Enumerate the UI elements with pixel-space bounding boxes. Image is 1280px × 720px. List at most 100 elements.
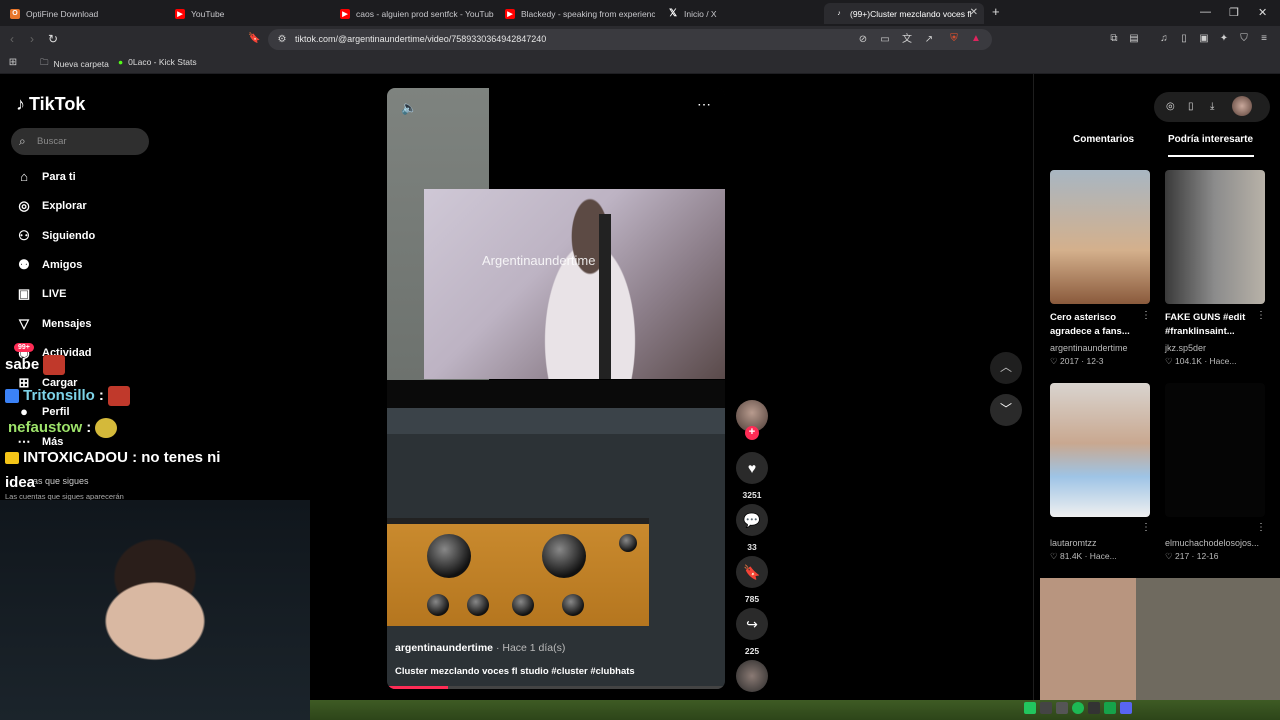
nav-para-ti[interactable]: ⌂ Para ti xyxy=(16,169,76,184)
video-author[interactable]: jkz.sp5der xyxy=(1165,343,1206,353)
spotify-icon[interactable] xyxy=(1072,702,1084,714)
brave-shield-icon[interactable]: ⛨ xyxy=(948,33,960,45)
like-action[interactable]: ♥ 3251 xyxy=(736,452,768,500)
share-action[interactable]: ↪ 225 xyxy=(736,608,768,656)
menu-icon[interactable]: ≡ xyxy=(1258,33,1270,45)
knob xyxy=(542,534,586,578)
video-author[interactable]: elmuchachodelosojos... xyxy=(1165,538,1259,548)
translate-icon[interactable]: 文 xyxy=(901,34,913,46)
video-author[interactable]: lautaromtzz xyxy=(1050,538,1097,548)
minimize-icon[interactable]: — xyxy=(1200,6,1211,18)
tab-blackedy[interactable]: ▶ Blackedy - speaking from experience xyxy=(495,3,655,24)
next-video-button[interactable]: ﹀ xyxy=(990,394,1022,426)
chat-user: Tritonsillo xyxy=(23,386,95,404)
restore-icon[interactable]: ❐ xyxy=(1229,6,1239,19)
leo-icon[interactable]: ✦ xyxy=(1218,33,1230,45)
tab-caos[interactable]: ▶ caos - alguien prod sentfck - YouTub xyxy=(330,3,495,24)
url-field[interactable]: ⚙ tiktok.com/@argentinaundertime/video/7… xyxy=(268,29,992,50)
more-icon[interactable]: ⋮ xyxy=(1256,310,1266,321)
heart-icon[interactable]: ♥ xyxy=(736,452,768,484)
nav-explorar[interactable]: ◎ Explorar xyxy=(16,198,86,214)
more-icon[interactable]: ⋮ xyxy=(1141,522,1151,533)
follow-plus-icon[interactable]: + xyxy=(745,426,759,440)
knob xyxy=(467,594,489,616)
video-thumbnail[interactable] xyxy=(1050,383,1150,517)
video-player[interactable]: Argentinaundertime 🔈 ⋯ argentinaundertim… xyxy=(387,88,725,689)
video-thumbnail[interactable] xyxy=(1165,170,1265,304)
rewards-icon[interactable]: ▲ xyxy=(970,33,982,45)
apps-grid-icon[interactable]: ⊞ xyxy=(7,57,19,69)
site-info-icon[interactable]: ⚙ xyxy=(276,34,288,46)
mic-icon[interactable] xyxy=(1088,702,1100,714)
comment-action[interactable]: 💬 33 xyxy=(736,504,768,552)
nav-siguiendo[interactable]: ⚇ Siguiendo xyxy=(16,228,95,244)
bookmark-kick-stats[interactable]: ● 0Laco - Kick Stats xyxy=(118,57,197,67)
music-disc-icon[interactable] xyxy=(736,660,768,692)
device-icon[interactable]: ▯ xyxy=(1188,101,1194,112)
more-icon[interactable]: ⋮ xyxy=(1256,522,1266,533)
compass-icon[interactable]: ◎ xyxy=(1166,101,1175,112)
cast-icon[interactable]: ▭ xyxy=(879,34,891,46)
nav-perfil[interactable]: ● Perfil xyxy=(16,404,69,419)
home-icon: ⌂ xyxy=(20,169,28,184)
emote-icon xyxy=(43,355,66,375)
new-tab-icon[interactable]: + xyxy=(992,4,1000,19)
tracking-icon[interactable]: ⊘ xyxy=(857,34,869,46)
tab-x[interactable]: 𝕏 Inicio / X xyxy=(658,3,823,24)
sound-disc[interactable] xyxy=(736,660,768,692)
app-icon[interactable] xyxy=(1056,702,1068,714)
wallet-icon[interactable]: ▣ xyxy=(1198,33,1210,45)
bookmark-icon[interactable]: 🔖 xyxy=(248,33,260,45)
tab-youtube[interactable]: ▶ YouTube xyxy=(165,3,330,24)
download-icon[interactable]: ⤓ xyxy=(1210,101,1214,112)
save-action[interactable]: 🔖 785 xyxy=(736,556,768,604)
video-thumbnail[interactable] xyxy=(1165,383,1265,517)
daw-toolbar xyxy=(387,408,725,434)
vpn-icon[interactable]: ⛉ xyxy=(1238,33,1250,45)
more-options-icon[interactable]: ⋯ xyxy=(697,96,712,113)
volume-icon[interactable]: 🔈 xyxy=(401,100,417,116)
save-count: 785 xyxy=(744,594,760,604)
video-author[interactable]: argentinaundertime xyxy=(1050,343,1128,353)
app-icon[interactable] xyxy=(1024,702,1036,714)
app-icon[interactable] xyxy=(1040,702,1052,714)
share-icon[interactable]: ↪ xyxy=(736,608,768,640)
close-tab-icon[interactable]: ✕ xyxy=(970,7,978,18)
more-icon[interactable]: ⋮ xyxy=(1141,310,1151,321)
extensions-icon[interactable]: ⧉ xyxy=(1108,33,1120,45)
video-thumbnail[interactable] xyxy=(1050,170,1150,304)
nav-amigos[interactable]: ⚉ Amigos xyxy=(16,257,82,273)
previous-video-button[interactable]: ︿ xyxy=(990,352,1022,384)
video-title[interactable]: FAKE GUNS #edit #franklinsaint... xyxy=(1165,311,1265,339)
tab-optifine[interactable]: O OptiFine Download xyxy=(0,3,165,24)
search-input[interactable]: ⌕ Buscar xyxy=(11,128,149,155)
sidebar-icon[interactable]: ▯ xyxy=(1178,33,1190,45)
heart-outline-icon: ♡ xyxy=(1165,356,1173,366)
tiktok-logo[interactable]: ♪ TikTok xyxy=(16,94,85,115)
share-icon[interactable]: ↗ xyxy=(923,34,935,46)
bookmark-icon[interactable]: 🔖 xyxy=(736,556,768,588)
back-icon[interactable]: ‹ xyxy=(10,32,14,46)
tiktok-icon: ♪ xyxy=(837,10,841,17)
author-name: argentinaundertime xyxy=(395,642,494,654)
app-icon[interactable] xyxy=(1104,702,1116,714)
tab-podria-interesarte[interactable]: Podría interesarte xyxy=(1168,134,1253,145)
forward-icon[interactable]: › xyxy=(30,32,34,46)
user-avatar[interactable] xyxy=(1232,96,1252,116)
chat-message: nefaustow: xyxy=(8,418,118,438)
reload-icon[interactable]: ↻ xyxy=(48,32,58,46)
nav-mensajes[interactable]: ▽ Mensajes xyxy=(16,316,92,332)
video-title[interactable]: Cero asterisco agradece a fans... xyxy=(1050,311,1150,339)
nav-live[interactable]: ▣ LIVE xyxy=(16,286,67,302)
close-window-icon[interactable]: ✕ xyxy=(1258,6,1267,19)
tab-comentarios[interactable]: Comentarios xyxy=(1073,134,1134,145)
tab-tiktok[interactable]: ♪ (99+)Cluster mezclando voces fl ✕ xyxy=(824,3,984,24)
music-icon[interactable]: ♫ xyxy=(1158,33,1170,45)
video-meta: ♡ 104.1K · Hace... xyxy=(1165,356,1237,366)
reader-icon[interactable]: ▤ xyxy=(1128,33,1140,45)
bookmark-nueva-carpeta[interactable]: 🗀 Nueva carpeta xyxy=(40,57,109,71)
discord-icon[interactable] xyxy=(1120,702,1132,714)
comment-icon[interactable]: 💬 xyxy=(736,504,768,536)
video-progress-bar[interactable] xyxy=(387,686,725,689)
video-author[interactable]: argentinaundertime · Hace 1 día(s) xyxy=(395,642,565,654)
